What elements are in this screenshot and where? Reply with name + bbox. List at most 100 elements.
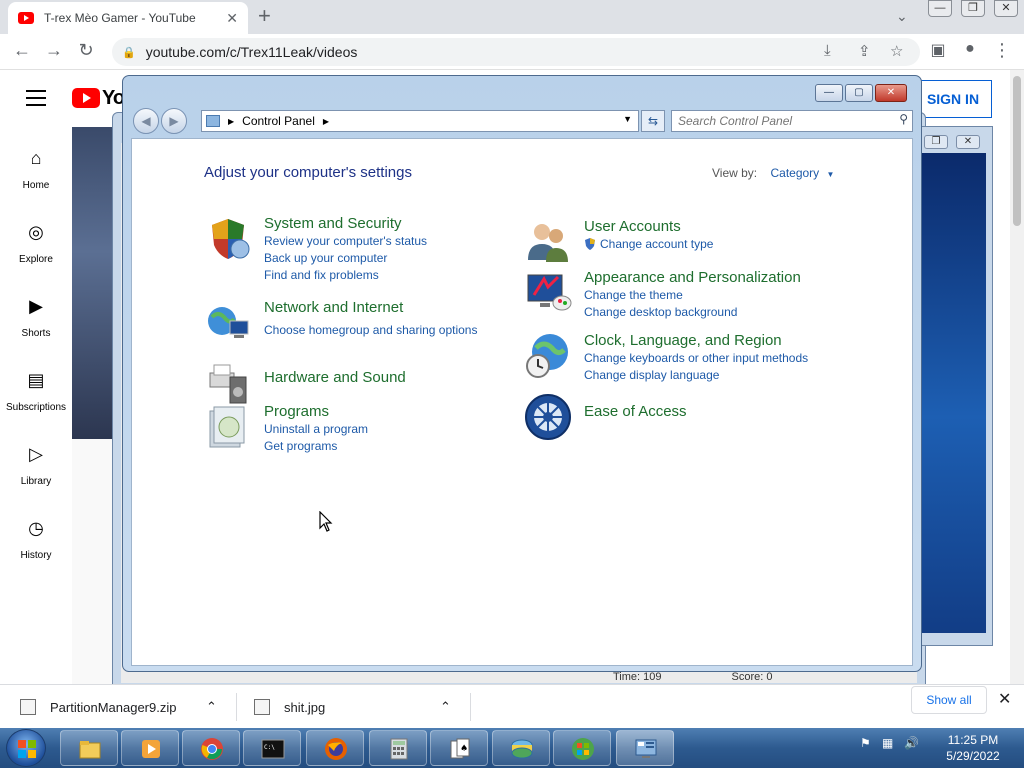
side-window-close-button[interactable]: ✕ xyxy=(956,135,980,149)
taskbar-windows-logo-app[interactable] xyxy=(553,730,611,766)
maximize-button[interactable]: ❐ xyxy=(961,0,985,17)
taskbar-control-panel[interactable] xyxy=(616,730,674,766)
mouse-cursor-icon xyxy=(319,511,333,532)
cp-search-input[interactable] xyxy=(672,111,882,131)
download-separator xyxy=(236,693,237,721)
cp-refresh-button[interactable]: ⇆ xyxy=(641,110,665,132)
link-back-up[interactable]: Back up your computer xyxy=(264,250,564,267)
side-panel-icon[interactable]: ▣ xyxy=(926,40,950,60)
taskbar-firefox[interactable] xyxy=(306,730,364,766)
scrollbar-thumb[interactable] xyxy=(1013,76,1021,226)
taskbar-solitaire[interactable]: ♠ xyxy=(430,730,488,766)
tab-close-icon[interactable]: ✕ xyxy=(226,10,238,27)
taskbar-calculator[interactable] xyxy=(369,730,427,766)
category-title[interactable]: Appearance and Personalization xyxy=(584,269,884,287)
close-window-button[interactable]: ✕ xyxy=(994,0,1018,17)
sign-in-button[interactable]: SIGN IN xyxy=(914,80,992,118)
taskbar-command-prompt[interactable]: C:\ xyxy=(243,730,301,766)
cp-search-box[interactable]: ⚲ xyxy=(671,110,913,132)
link-display-language[interactable]: Change display language xyxy=(584,367,884,384)
page-scrollbar[interactable] xyxy=(1010,70,1024,684)
network-tray-icon[interactable]: ▦ xyxy=(882,736,896,750)
cp-content: Adjust your computer's settings View by:… xyxy=(131,138,913,666)
category-title[interactable]: System and Security xyxy=(264,215,564,233)
view-by-chevron-icon[interactable]: ▼ xyxy=(827,170,835,179)
download-item-shit-jpg[interactable]: shit.jpg xyxy=(254,685,325,729)
view-by-dropdown[interactable]: Category xyxy=(770,166,819,180)
breadcrumb-control-panel[interactable]: Control Panel xyxy=(242,114,315,128)
cp-maximize-button[interactable]: ▢ xyxy=(845,84,873,102)
control-panel-window[interactable]: — ▢ ✕ ◀ ▶ ▶ Control Panel ▶ ▼ ⇆ ⚲ Adjust… xyxy=(122,75,922,672)
address-dropdown-icon[interactable]: ▼ xyxy=(623,114,632,124)
cp-forward-button[interactable]: ▶ xyxy=(161,108,187,134)
taskbar-explorer[interactable] xyxy=(60,730,118,766)
cp-close-button[interactable]: ✕ xyxy=(875,84,907,102)
link-change-keyboards[interactable]: Change keyboards or other input methods xyxy=(584,350,884,367)
forward-arrow-icon[interactable]: → xyxy=(42,40,66,61)
link-change-theme[interactable]: Change the theme xyxy=(584,287,884,304)
download-options-chevron-icon[interactable]: ⌃ xyxy=(206,699,217,715)
users-icon xyxy=(528,224,568,262)
close-downloads-icon[interactable]: ✕ xyxy=(998,689,1011,709)
action-center-flag-icon[interactable]: ⚑ xyxy=(860,736,874,750)
lock-icon: 🔒 xyxy=(122,46,136,59)
cp-address-bar[interactable]: ▶ Control Panel ▶ ▼ xyxy=(201,110,639,132)
cp-back-button[interactable]: ◀ xyxy=(133,108,159,134)
download-options-chevron-icon[interactable]: ⌃ xyxy=(440,699,451,715)
show-all-downloads-button[interactable]: Show all xyxy=(911,686,987,714)
disk-partition-icon xyxy=(511,739,533,759)
chrome-menu-icon[interactable]: ⋮ xyxy=(990,40,1014,61)
install-icon[interactable]: ⤓ xyxy=(824,42,831,59)
link-change-account-type[interactable]: Change account type xyxy=(584,236,884,253)
volume-icon[interactable]: 🔊 xyxy=(904,736,919,750)
profile-avatar-icon[interactable]: ● xyxy=(958,40,982,58)
reload-icon[interactable]: ↻ xyxy=(74,40,98,61)
side-window-content xyxy=(922,153,986,633)
share-icon[interactable]: ⇪ xyxy=(858,42,871,60)
guide-item-explore[interactable]: ◎ Explore xyxy=(0,216,72,290)
guide-item-history[interactable]: ◷ History xyxy=(0,512,72,586)
tab-search-chevron-icon[interactable]: ⌄ xyxy=(896,8,908,25)
guide-item-library[interactable]: ▷ Library xyxy=(0,438,72,512)
category-title[interactable]: Programs xyxy=(264,403,564,421)
address-bar[interactable]: 🔒 youtube.com/c/Trex11Leak/videos ⤓ ⇪ ☆ xyxy=(112,38,920,66)
guide-item-subscriptions[interactable]: ▤ Subscriptions xyxy=(0,364,72,438)
search-icon[interactable]: ⚲ xyxy=(899,112,908,126)
bookmark-star-icon[interactable]: ☆ xyxy=(890,42,903,60)
link-uninstall[interactable]: Uninstall a program xyxy=(264,421,564,438)
link-desktop-background[interactable]: Change desktop background xyxy=(584,304,884,321)
category-title[interactable]: User Accounts xyxy=(584,218,884,236)
history-icon: ◷ xyxy=(28,518,44,538)
link-homegroup[interactable]: Choose homegroup and sharing options xyxy=(264,322,564,339)
guide-item-shorts[interactable]: ▶ Shorts xyxy=(0,290,72,364)
download-item-partitionmanager[interactable]: PartitionManager9.zip xyxy=(20,685,176,729)
taskbar-media-player[interactable] xyxy=(121,730,179,766)
breadcrumb-arrow-icon[interactable]: ▶ xyxy=(323,117,329,126)
printer-speaker-icon xyxy=(209,364,247,404)
browser-tab-youtube[interactable]: T-rex Mèo Gamer - YouTube ✕ xyxy=(8,2,248,34)
link-review-status[interactable]: Review your computer's status xyxy=(264,233,564,250)
new-tab-button[interactable]: + xyxy=(258,5,271,27)
link-label: Change account type xyxy=(600,237,714,251)
taskbar-clock[interactable]: 11:25 PM 5/29/2022 xyxy=(940,732,1006,764)
start-button[interactable] xyxy=(6,729,46,767)
category-title[interactable]: Hardware and Sound xyxy=(264,369,564,387)
back-arrow-icon[interactable]: ← xyxy=(10,40,34,61)
cp-minimize-button[interactable]: — xyxy=(815,84,843,102)
playing-cards-icon: ♠ xyxy=(450,738,470,759)
taskbar-partition-manager[interactable] xyxy=(492,730,550,766)
category-title[interactable]: Network and Internet xyxy=(264,299,564,317)
youtube-logo-icon[interactable] xyxy=(72,88,100,108)
side-window-maximize-button[interactable]: ❐ xyxy=(924,135,948,149)
link-get-programs[interactable]: Get programs xyxy=(264,438,564,455)
hamburger-menu-icon[interactable] xyxy=(26,90,46,111)
guide-item-home[interactable]: ⌂ Home xyxy=(0,142,72,216)
category-title[interactable]: Ease of Access xyxy=(584,403,884,421)
link-find-fix[interactable]: Find and fix problems xyxy=(264,267,564,284)
category-title[interactable]: Clock, Language, and Region xyxy=(584,332,884,350)
background-side-window[interactable]: ❐ ✕ xyxy=(915,126,993,646)
minimize-button[interactable]: — xyxy=(928,0,952,17)
page-title: Adjust your computer's settings xyxy=(204,164,412,181)
taskbar-chrome[interactable] xyxy=(182,730,240,766)
breadcrumb-arrow-icon[interactable]: ▶ xyxy=(228,117,234,126)
